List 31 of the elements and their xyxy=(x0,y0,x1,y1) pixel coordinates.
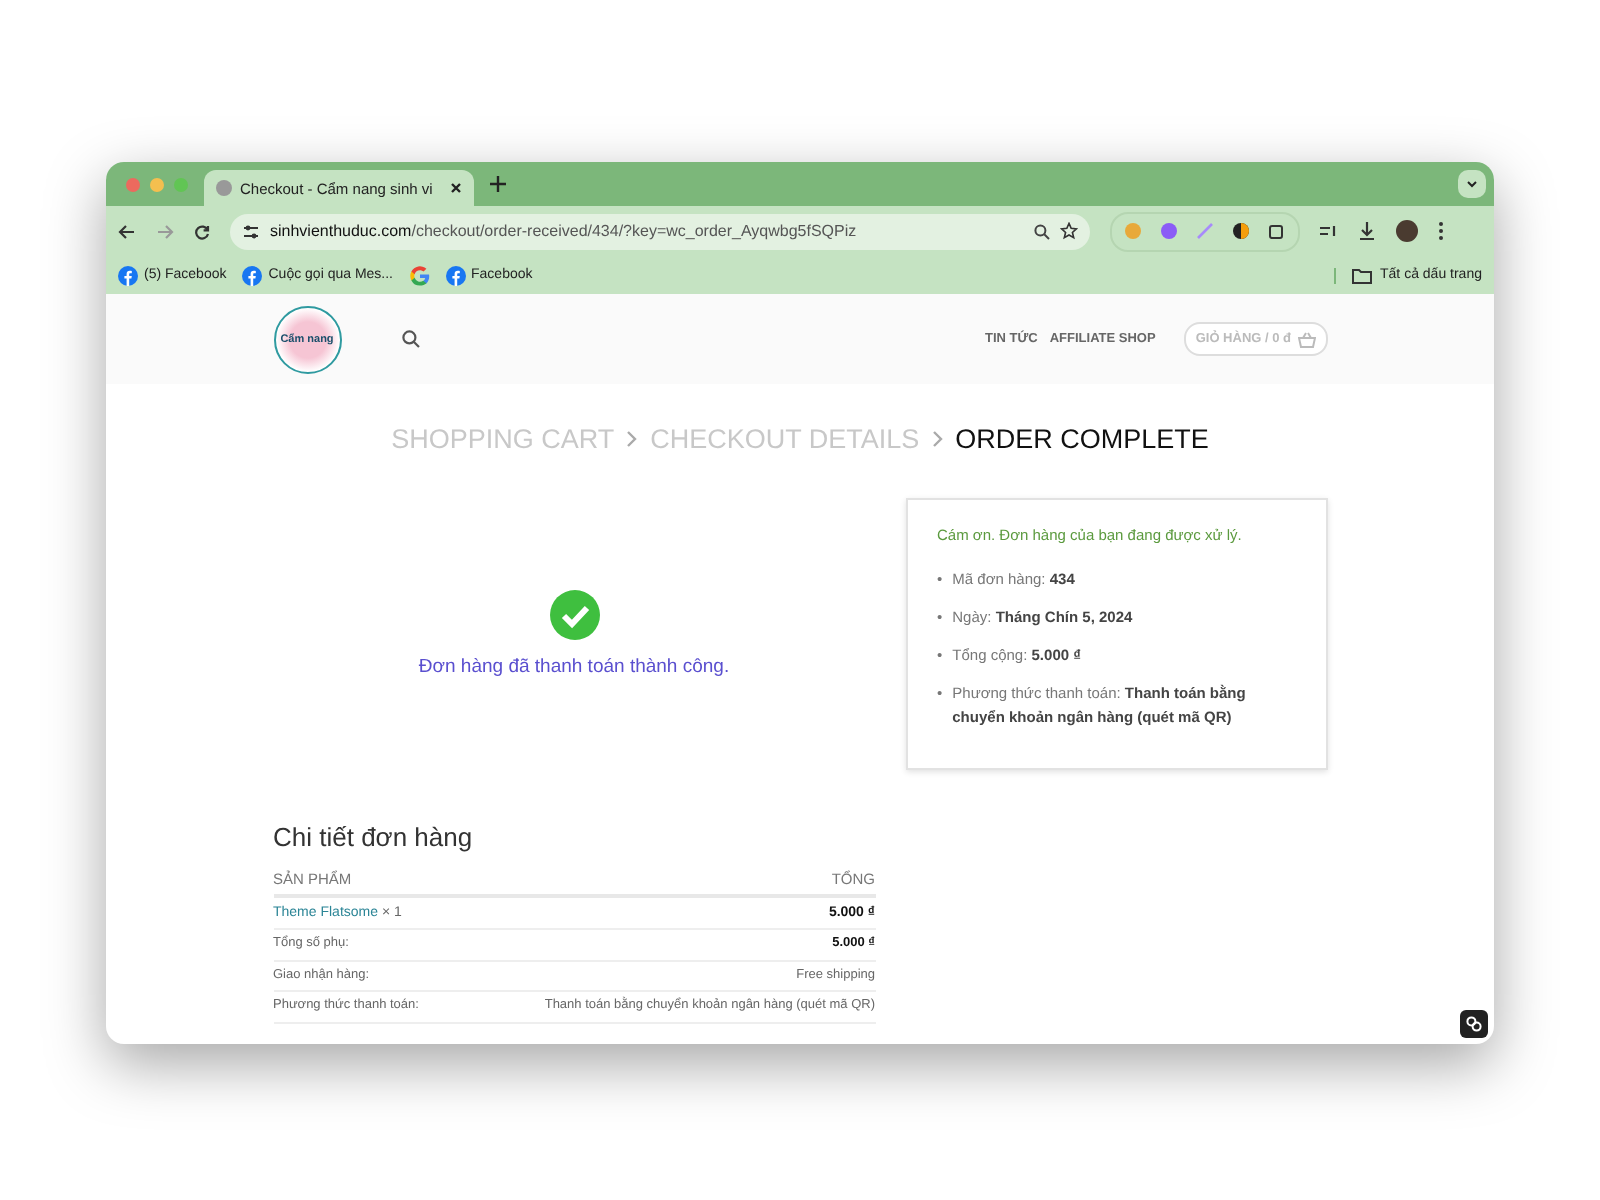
address-bar[interactable]: sinhvienthuduc.com/checkout/order-received/434/?key=wc_order_Ayqwbg5fSQPiz xyxy=(230,213,1090,249)
back-icon[interactable] xyxy=(118,223,136,239)
section-title: Chi tiết đơn hàng xyxy=(273,822,475,854)
facebook-icon xyxy=(242,265,263,285)
link-icon[interactable] xyxy=(1460,1010,1488,1038)
folder-icon xyxy=(1352,267,1373,283)
avatar-icon[interactable] xyxy=(1396,220,1418,242)
check-circle-icon xyxy=(549,590,599,640)
reload-icon[interactable] xyxy=(194,223,210,239)
menu-icon[interactable] xyxy=(1438,222,1444,240)
new-tab-icon[interactable] xyxy=(490,176,506,192)
site-settings-icon xyxy=(242,223,260,239)
success-message: Đơn hàng đã thanh toán thành công. xyxy=(418,656,730,678)
bookmark[interactable] xyxy=(409,265,430,285)
close-icon[interactable] xyxy=(450,182,462,194)
extension-icon[interactable] xyxy=(1232,222,1250,240)
google-icon xyxy=(409,265,430,285)
tab-search-button[interactable] xyxy=(1458,170,1486,198)
media-icon[interactable] xyxy=(1320,223,1338,239)
facebook-icon xyxy=(118,265,138,285)
caret-icon xyxy=(1466,180,1478,188)
basket-icon xyxy=(1297,331,1315,347)
chevron-icon xyxy=(931,430,944,448)
chevron-icon xyxy=(626,430,639,448)
globe-icon xyxy=(216,180,232,196)
zoom-icon[interactable] xyxy=(1034,223,1050,239)
download-icon[interactable] xyxy=(1358,222,1376,240)
breadcrumb-step[interactable]: ORDER COMPLETE xyxy=(955,424,1209,454)
star-icon[interactable] xyxy=(1060,222,1078,240)
facebook-icon xyxy=(445,265,466,285)
search-icon[interactable] xyxy=(401,330,419,348)
